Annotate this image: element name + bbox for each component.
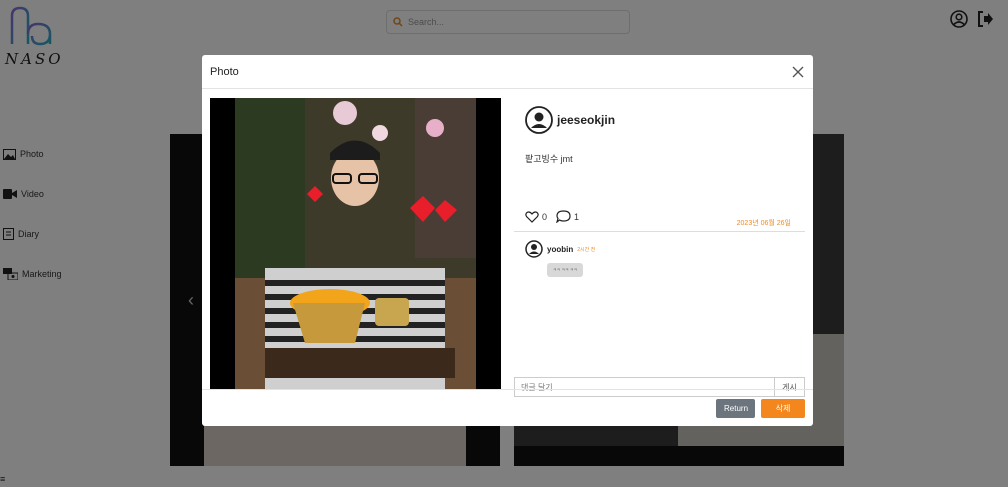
delete-button[interactable]: 삭제 [761,398,805,418]
close-icon[interactable] [791,65,805,79]
heart-icon[interactable] [525,210,539,223]
like-count: 0 [542,211,548,222]
commenter-avatar-icon[interactable] [525,240,543,258]
comment-icon[interactable] [556,210,571,223]
comment-user[interactable]: yoobin [547,245,573,254]
modal-title: Photo [210,65,239,78]
author-avatar-icon[interactable] [525,106,553,134]
photo-modal: Photo jeeseokjin 팥고빙수 jmt 0 1 2023년 06월 … [202,55,813,426]
photo-frame [210,98,501,389]
divider [514,231,805,232]
post-date: 2023년 06월 26일 [736,220,791,227]
comment-text: ㅋㅋ ㅋㅋ ㅋㅋ [547,263,584,277]
author-name[interactable]: jeeseokjin [557,113,615,127]
comment-item: yoobin 2시간 전 ㅋㅋ ㅋㅋ ㅋㅋ [525,240,595,277]
comment-time: 2시간 전 [577,246,596,253]
post-caption: 팥고빙수 jmt [525,154,573,164]
return-button[interactable]: Return [716,398,755,418]
comment-count: 1 [574,211,580,222]
post-photo [235,98,476,389]
